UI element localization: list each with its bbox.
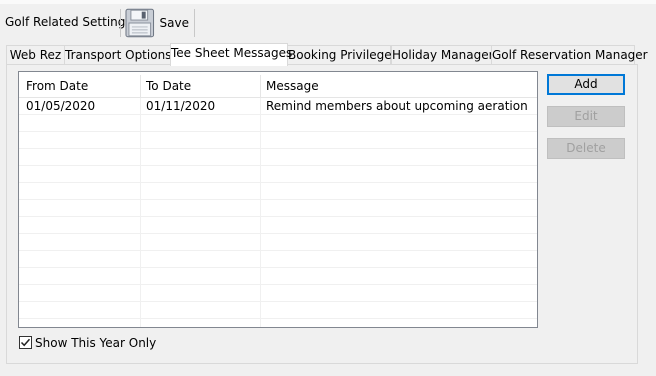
cell-to-date: 01/11/2020 bbox=[146, 99, 216, 113]
empty-row bbox=[19, 251, 537, 268]
toolbar-top-strip bbox=[0, 0, 656, 4]
empty-row bbox=[19, 302, 537, 319]
toolbar-title: Golf Related Settings bbox=[5, 15, 132, 29]
add-button[interactable]: Add bbox=[547, 74, 625, 95]
empty-row bbox=[19, 200, 537, 217]
floppy-disk-icon bbox=[125, 8, 155, 38]
cell-from-date: 01/05/2020 bbox=[26, 99, 96, 113]
column-header-to-date[interactable]: To Date bbox=[139, 75, 259, 98]
table-row[interactable]: 01/05/2020 01/11/2020 Remind members abo… bbox=[19, 98, 537, 115]
tab-tee-sheet-messages[interactable]: Tee Sheet Messages bbox=[170, 43, 292, 66]
toolbar: Golf Related Settings Save bbox=[0, 0, 656, 40]
empty-row bbox=[19, 217, 537, 234]
column-header-message[interactable]: Message bbox=[259, 75, 537, 98]
tab-transport-options[interactable]: Transport Options bbox=[64, 45, 171, 65]
toolbar-separator bbox=[194, 9, 195, 37]
save-label: Save bbox=[159, 16, 189, 30]
messages-grid[interactable]: From Date To Date Message 01/05/2020 01/… bbox=[18, 71, 538, 328]
empty-row bbox=[19, 234, 537, 251]
column-header-from-date[interactable]: From Date bbox=[19, 75, 139, 98]
tab-holiday-manager[interactable]: Holiday Manager bbox=[391, 45, 494, 65]
tab-golf-reservation-manager[interactable]: Golf Reservation Manager bbox=[491, 45, 648, 65]
empty-row bbox=[19, 149, 537, 166]
grid-header: From Date To Date Message bbox=[19, 75, 537, 98]
empty-row bbox=[19, 115, 537, 132]
show-this-year-only-checkbox[interactable]: Show This Year Only bbox=[19, 335, 156, 350]
empty-row bbox=[19, 132, 537, 149]
empty-row bbox=[19, 285, 537, 302]
tab-booking-privileges[interactable]: Booking Privileges bbox=[287, 45, 398, 65]
tab-web-rez[interactable]: Web Rez bbox=[6, 45, 65, 65]
edit-button[interactable]: Edit bbox=[547, 106, 625, 127]
empty-row bbox=[19, 166, 537, 183]
checkbox-box[interactable] bbox=[19, 336, 32, 349]
empty-row bbox=[19, 268, 537, 285]
empty-row bbox=[19, 183, 537, 200]
delete-button[interactable]: Delete bbox=[547, 138, 625, 159]
show-this-year-only-label: Show This Year Only bbox=[35, 335, 157, 350]
cell-message: Remind members about upcoming aeration bbox=[266, 99, 528, 113]
toolbar-separator bbox=[120, 9, 121, 37]
checkmark-icon bbox=[20, 338, 31, 347]
save-button[interactable]: Save bbox=[125, 7, 189, 39]
